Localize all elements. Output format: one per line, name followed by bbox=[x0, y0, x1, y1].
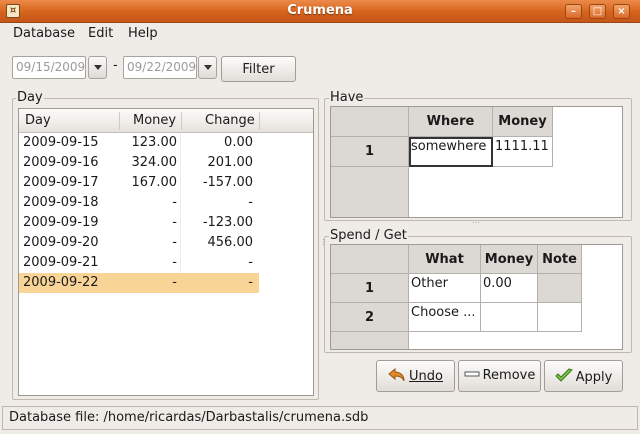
money-cell: - bbox=[172, 195, 177, 210]
change-cell: 456.00 bbox=[207, 235, 254, 250]
change-cell: - bbox=[248, 275, 253, 290]
money-cell: - bbox=[172, 275, 177, 290]
remove-label: Remove bbox=[482, 368, 536, 383]
day-list[interactable]: Day Money Change 2009-09-15 123.00 0.00 … bbox=[18, 108, 314, 396]
day-cell: 2009-09-17 bbox=[23, 175, 99, 190]
money-cell[interactable] bbox=[481, 303, 538, 332]
have-grid[interactable]: Where Money 1 somewhere 1111.11 bbox=[330, 106, 623, 218]
money-cell: - bbox=[172, 255, 177, 270]
money-cell: - bbox=[172, 215, 177, 230]
grid-corner bbox=[331, 107, 409, 137]
column-header-where[interactable]: Where bbox=[409, 107, 493, 137]
date-to-dropdown-button[interactable] bbox=[198, 56, 217, 79]
remove-icon bbox=[464, 371, 480, 377]
close-icon[interactable]: × bbox=[613, 4, 630, 19]
spend-frame-label: Spend / Get bbox=[329, 228, 408, 243]
menu-help[interactable]: Help bbox=[128, 26, 158, 41]
day-cell: 2009-09-22 bbox=[23, 275, 99, 290]
change-cell: - bbox=[248, 195, 253, 210]
checkmark-icon bbox=[554, 368, 573, 382]
change-cell: -123.00 bbox=[202, 215, 253, 230]
day-row[interactable]: 2009-09-18 - - bbox=[19, 193, 259, 213]
apply-button[interactable]: Apply bbox=[544, 360, 623, 392]
date-range-separator: - bbox=[113, 58, 118, 73]
title-bar[interactable]: ¤ Crumena – □ × bbox=[0, 0, 640, 23]
menu-database[interactable]: Database bbox=[13, 26, 75, 41]
column-header-day[interactable]: Day bbox=[25, 113, 51, 128]
undo-icon bbox=[388, 367, 405, 382]
remove-button[interactable]: Remove bbox=[458, 360, 541, 392]
row-header[interactable]: 1 bbox=[331, 137, 409, 167]
day-cell: 2009-09-15 bbox=[23, 135, 99, 150]
maximize-icon[interactable]: □ bbox=[589, 4, 606, 19]
note-cell[interactable] bbox=[538, 303, 582, 332]
row-header[interactable]: 1 bbox=[331, 274, 409, 303]
money-cell: 324.00 bbox=[131, 155, 178, 170]
day-cell: 2009-09-21 bbox=[23, 255, 99, 270]
money-cell[interactable]: 1111.11 bbox=[493, 137, 553, 167]
change-cell: - bbox=[248, 255, 253, 270]
column-header-note[interactable]: Note bbox=[538, 245, 582, 274]
apply-label: Apply bbox=[575, 370, 613, 385]
pane-resize-handle[interactable]: ⋯ bbox=[319, 238, 328, 246]
row-header-empty bbox=[331, 332, 409, 349]
app-window: ¤ Crumena – □ × Database Edit Help 09/15… bbox=[0, 0, 640, 434]
date-from-input[interactable]: 09/15/2009 bbox=[12, 56, 86, 79]
day-cell: 2009-09-16 bbox=[23, 155, 99, 170]
day-cell: 2009-09-20 bbox=[23, 235, 99, 250]
money-cell: - bbox=[172, 235, 177, 250]
menu-edit[interactable]: Edit bbox=[88, 26, 113, 41]
column-header-money[interactable]: Money bbox=[481, 245, 538, 274]
minimize-icon[interactable]: – bbox=[565, 4, 582, 19]
window-title: Crumena bbox=[287, 3, 353, 18]
date-from-dropdown-button[interactable] bbox=[88, 56, 107, 79]
row-header[interactable]: 2 bbox=[331, 303, 409, 332]
day-row-selected[interactable]: 2009-09-22 - - bbox=[19, 273, 259, 293]
have-frame-label: Have bbox=[329, 90, 365, 105]
status-text: Database file: /home/ricardas/Darbastali… bbox=[9, 410, 369, 425]
column-header-what[interactable]: What bbox=[409, 245, 481, 274]
column-header-change[interactable]: Change bbox=[205, 113, 255, 128]
day-cell: 2009-09-19 bbox=[23, 215, 99, 230]
chevron-down-icon bbox=[94, 65, 102, 70]
status-bar: Database file: /home/ricardas/Darbastali… bbox=[2, 406, 638, 430]
change-cell: -157.00 bbox=[202, 175, 253, 190]
day-row[interactable]: 2009-09-15 123.00 0.00 bbox=[19, 133, 259, 153]
money-cell: 123.00 bbox=[131, 135, 178, 150]
undo-button[interactable]: Undo bbox=[376, 360, 455, 392]
day-row[interactable]: 2009-09-21 - - bbox=[19, 253, 259, 273]
where-cell[interactable]: somewhere bbox=[409, 137, 493, 167]
grid-corner bbox=[331, 245, 409, 274]
pane-resize-handle[interactable]: ⋯ bbox=[472, 218, 480, 227]
day-row[interactable]: 2009-09-19 - -123.00 bbox=[19, 213, 259, 233]
column-separator bbox=[181, 112, 182, 130]
filter-button[interactable]: Filter bbox=[221, 56, 296, 82]
day-row[interactable]: 2009-09-16 324.00 201.00 bbox=[19, 153, 259, 173]
spend-grid[interactable]: What Money Note 1 Other 0.00 2 Choose ..… bbox=[330, 244, 623, 350]
chevron-down-icon bbox=[204, 65, 212, 70]
date-to-input[interactable]: 09/22/2009 bbox=[123, 56, 197, 79]
column-separator bbox=[119, 112, 120, 130]
column-separator bbox=[259, 112, 260, 130]
money-cell: 167.00 bbox=[131, 175, 178, 190]
day-row[interactable]: 2009-09-17 167.00 -157.00 bbox=[19, 173, 259, 193]
day-frame-label: Day bbox=[16, 90, 44, 105]
day-cell: 2009-09-18 bbox=[23, 195, 99, 210]
undo-label: Undo bbox=[409, 369, 443, 384]
row-header-empty bbox=[331, 167, 409, 217]
menu-bar: Database Edit Help bbox=[0, 23, 640, 45]
day-row[interactable]: 2009-09-20 - 456.00 bbox=[19, 233, 259, 253]
change-cell: 0.00 bbox=[224, 135, 253, 150]
what-cell[interactable]: Other bbox=[409, 274, 481, 303]
note-cell[interactable] bbox=[538, 274, 582, 303]
what-cell[interactable]: Choose ... bbox=[409, 303, 481, 332]
change-cell: 201.00 bbox=[207, 155, 254, 170]
column-header-money[interactable]: Money bbox=[133, 113, 176, 128]
day-list-header: Day Money Change bbox=[19, 109, 313, 133]
money-cell[interactable]: 0.00 bbox=[481, 274, 538, 303]
column-header-money[interactable]: Money bbox=[493, 107, 553, 137]
